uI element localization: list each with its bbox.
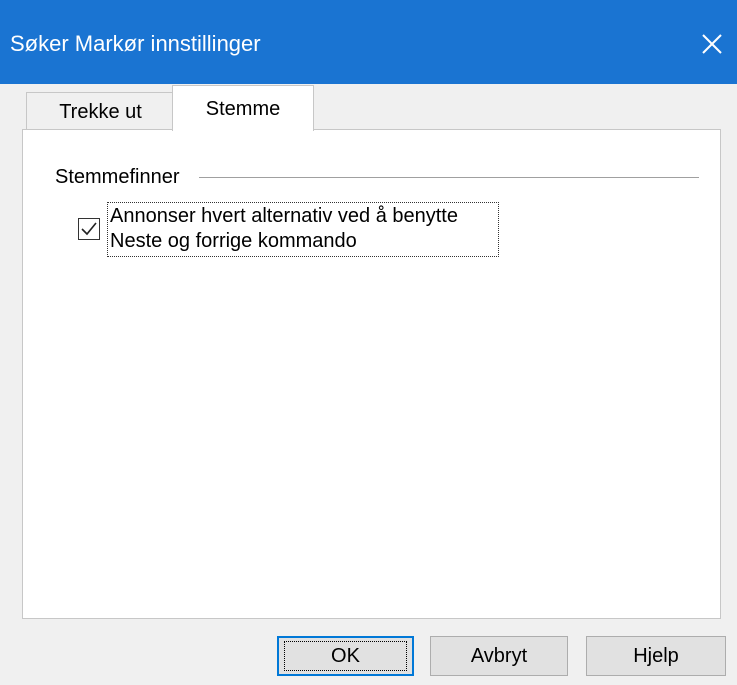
cancel-button[interactable]: Avbryt	[430, 636, 568, 676]
close-icon	[702, 34, 722, 54]
close-button[interactable]	[690, 22, 734, 66]
ok-button-label: OK	[284, 641, 407, 671]
group-divider	[199, 177, 699, 178]
tab-trekke-ut[interactable]: Trekke ut	[26, 92, 175, 130]
checkbox-label-line1: Annonser hvert alternativ ved å benytte	[110, 205, 458, 227]
announce-checkbox[interactable]	[78, 218, 100, 240]
checkbox-label-line2: Neste og forrige kommando	[110, 230, 357, 252]
tab-trekke-ut-label: Trekke ut	[59, 100, 142, 123]
help-button[interactable]: Hjelp	[586, 636, 726, 676]
help-button-label: Hjelp	[633, 645, 679, 667]
announce-checkbox-label[interactable]: Annonser hvert alternativ ved å benytte …	[107, 202, 499, 257]
group-label: Stemmefinner	[55, 165, 188, 189]
tab-stemme[interactable]: Stemme	[172, 85, 314, 131]
dialog-window: Søker Markør innstillinger Trekke ut Ste…	[0, 0, 737, 685]
title-bar[interactable]: Søker Markør innstillinger	[0, 0, 737, 84]
checkmark-icon	[81, 222, 97, 236]
window-title: Søker Markør innstillinger	[10, 31, 261, 56]
ok-button[interactable]: OK	[277, 636, 414, 676]
tab-panel: Stemmefinner Annonser hvert alternativ v…	[22, 129, 721, 619]
cancel-button-label: Avbryt	[470, 645, 528, 667]
tab-stemme-label: Stemme	[205, 97, 281, 120]
